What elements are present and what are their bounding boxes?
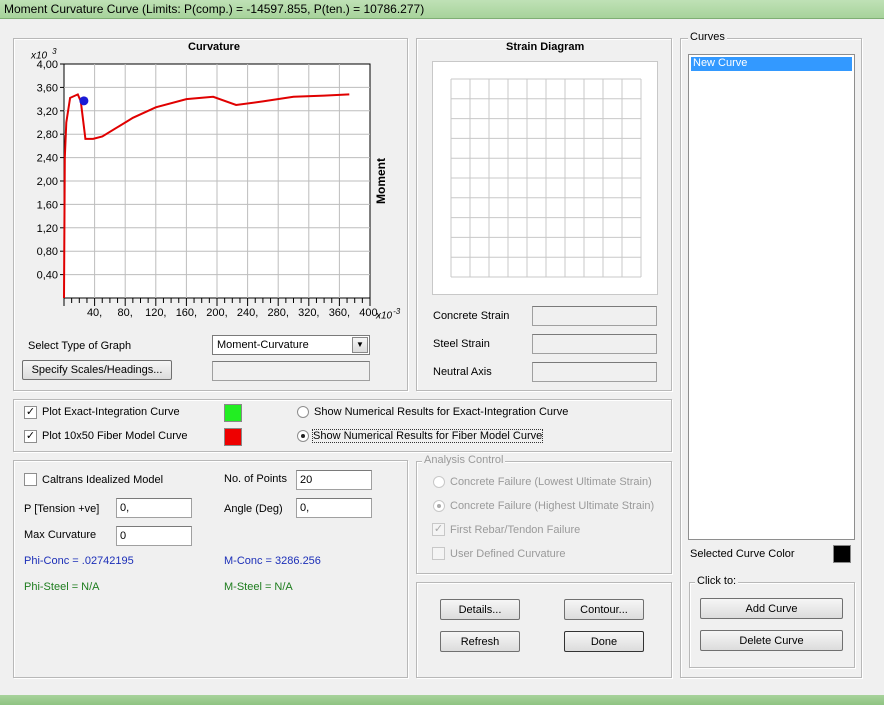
- neutral-axis-label: Neutral Axis: [433, 366, 492, 378]
- curves-listbox[interactable]: New Curve: [688, 54, 855, 540]
- rebar-failure-label: First Rebar/Tendon Failure: [450, 524, 581, 536]
- parameters-panel: [13, 460, 408, 678]
- m-steel-value: M-Steel = N/A: [224, 581, 293, 593]
- steel-strain-field: [532, 334, 657, 354]
- y-tick-label: 3,20: [37, 106, 58, 118]
- window-frame-bottom: [0, 695, 884, 705]
- contour-button[interactable]: Contour...: [564, 599, 644, 620]
- rebar-failure-checkbox[interactable]: ✓: [432, 523, 445, 536]
- y-tick-label: 4,00: [37, 59, 58, 71]
- concrete-highest-radio[interactable]: [433, 500, 445, 512]
- y-tick-labels: 4,00 3,60 3,20 2,80 2,40 2,00 1,60 1,20 0,80 0,40: [37, 59, 64, 282]
- neutral-axis-field: [532, 362, 657, 382]
- select-graph-type-label: Select Type of Graph: [28, 340, 132, 352]
- plot-fiber-checkbox[interactable]: ✓: [24, 430, 37, 443]
- x-tick-labels: 40, 80, 120, 160, 200, 240, 280, 320, 360, 400,: [87, 307, 381, 319]
- title-bar: Moment Curvature Curve (Limits: P(comp.)…: [0, 0, 884, 19]
- curvature-title: Curvature: [188, 41, 240, 53]
- moment-axis-label: Moment: [374, 158, 388, 204]
- phi-steel-value: Phi-Steel = N/A: [24, 581, 100, 593]
- analysis-control-legend: Analysis Control: [422, 454, 506, 466]
- concrete-strain-label: Concrete Strain: [433, 310, 510, 322]
- plot-exact-checkbox[interactable]: ✓: [24, 406, 37, 419]
- num-points-input[interactable]: [296, 470, 372, 490]
- fiber-curve-color-swatch[interactable]: [224, 428, 242, 446]
- p-tension-input[interactable]: [116, 498, 192, 518]
- concrete-lowest-radio[interactable]: [433, 476, 445, 488]
- y-tick-label: 0,40: [37, 270, 58, 282]
- strain-diagram: [432, 61, 658, 295]
- current-point-marker: [79, 96, 89, 106]
- concrete-strain-field: [532, 306, 657, 326]
- details-button[interactable]: Details...: [440, 599, 520, 620]
- x-tick-label: 160,: [176, 307, 197, 319]
- plot-fiber-label: Plot 10x50 Fiber Model Curve: [42, 430, 188, 442]
- y-tick-label: 2,00: [37, 176, 58, 188]
- user-curvature-checkbox[interactable]: [432, 547, 445, 560]
- exact-curve-color-swatch[interactable]: [224, 404, 242, 422]
- window-title: Moment Curvature Curve (Limits: P(comp.)…: [4, 2, 425, 16]
- x-tick-label: 360,: [329, 307, 350, 319]
- y-tick-label: 1,60: [37, 199, 58, 211]
- curves-legend: Curves: [688, 31, 727, 43]
- y-tick-label: 2,80: [37, 129, 58, 141]
- show-fiber-radio[interactable]: [297, 430, 309, 442]
- y-tick-label: 1,20: [37, 223, 58, 235]
- phi-conc-value: Phi-Conc = .02742195: [24, 555, 134, 567]
- angle-label: Angle (Deg): [224, 503, 283, 515]
- x-exponent: x10-3: [376, 307, 401, 322]
- m-conc-value: M-Conc = 3286.256: [224, 555, 321, 567]
- user-curvature-label: User Defined Curvature: [450, 548, 566, 560]
- y-tick-label: 2,40: [37, 153, 58, 165]
- max-curvature-label: Max Curvature: [24, 529, 97, 541]
- x-minor-ticks: [63, 298, 371, 306]
- num-points-label: No. of Points: [224, 473, 287, 485]
- p-tension-label: P [Tension +ve]: [24, 503, 100, 515]
- y-tick-label: 0,80: [37, 246, 58, 258]
- refresh-button[interactable]: Refresh: [440, 631, 520, 652]
- show-exact-label: Show Numerical Results for Exact-Integra…: [314, 406, 569, 418]
- caltrans-label: Caltrans Idealized Model: [42, 474, 164, 486]
- graph-type-select[interactable]: Moment-Curvature ▼: [212, 335, 370, 355]
- scales-info-field: [212, 361, 370, 381]
- concrete-highest-label: Concrete Failure (Highest Ultimate Strai…: [450, 500, 655, 512]
- delete-curve-button[interactable]: Delete Curve: [700, 630, 843, 651]
- show-fiber-label: Show Numerical Results for Fiber Model C…: [311, 429, 544, 443]
- x-tick-label: 320,: [298, 307, 319, 319]
- moment-curvature-chart: 4,00 3,60 3,20 2,80 2,40 2,00 1,60 1,20 0,80 0,40…: [37, 59, 381, 319]
- chevron-down-icon[interactable]: ▼: [352, 337, 368, 353]
- specify-scales-button[interactable]: Specify Scales/Headings...: [22, 360, 172, 380]
- selected-curve-color-swatch[interactable]: [833, 545, 851, 563]
- x-tick-label: 120,: [145, 307, 166, 319]
- caltrans-checkbox[interactable]: [24, 473, 37, 486]
- x-tick-label: 200,: [206, 307, 227, 319]
- click-to-group: [689, 582, 855, 668]
- angle-input[interactable]: [296, 498, 372, 518]
- click-to-legend: Click to:: [695, 575, 739, 587]
- curve-item-new-curve[interactable]: New Curve: [691, 57, 852, 71]
- done-button[interactable]: Done: [564, 631, 644, 652]
- plot-exact-label: Plot Exact-Integration Curve: [42, 406, 180, 418]
- concrete-lowest-label: Concrete Failure (Lowest Ultimate Strain…: [450, 476, 652, 488]
- graph-type-value: Moment-Curvature: [217, 339, 309, 351]
- max-curvature-input[interactable]: [116, 526, 192, 546]
- actions-panel: [416, 582, 672, 678]
- x-tick-label: 40,: [87, 307, 102, 319]
- x-tick-label: 240,: [237, 307, 258, 319]
- add-curve-button[interactable]: Add Curve: [700, 598, 843, 619]
- show-exact-radio[interactable]: [297, 406, 309, 418]
- strain-title: Strain Diagram: [506, 41, 585, 53]
- selected-curve-color-label: Selected Curve Color: [690, 548, 795, 560]
- x-tick-label: 80,: [118, 307, 133, 319]
- x-tick-label: 280,: [267, 307, 288, 319]
- steel-strain-label: Steel Strain: [433, 338, 490, 350]
- y-tick-label: 3,60: [37, 82, 58, 94]
